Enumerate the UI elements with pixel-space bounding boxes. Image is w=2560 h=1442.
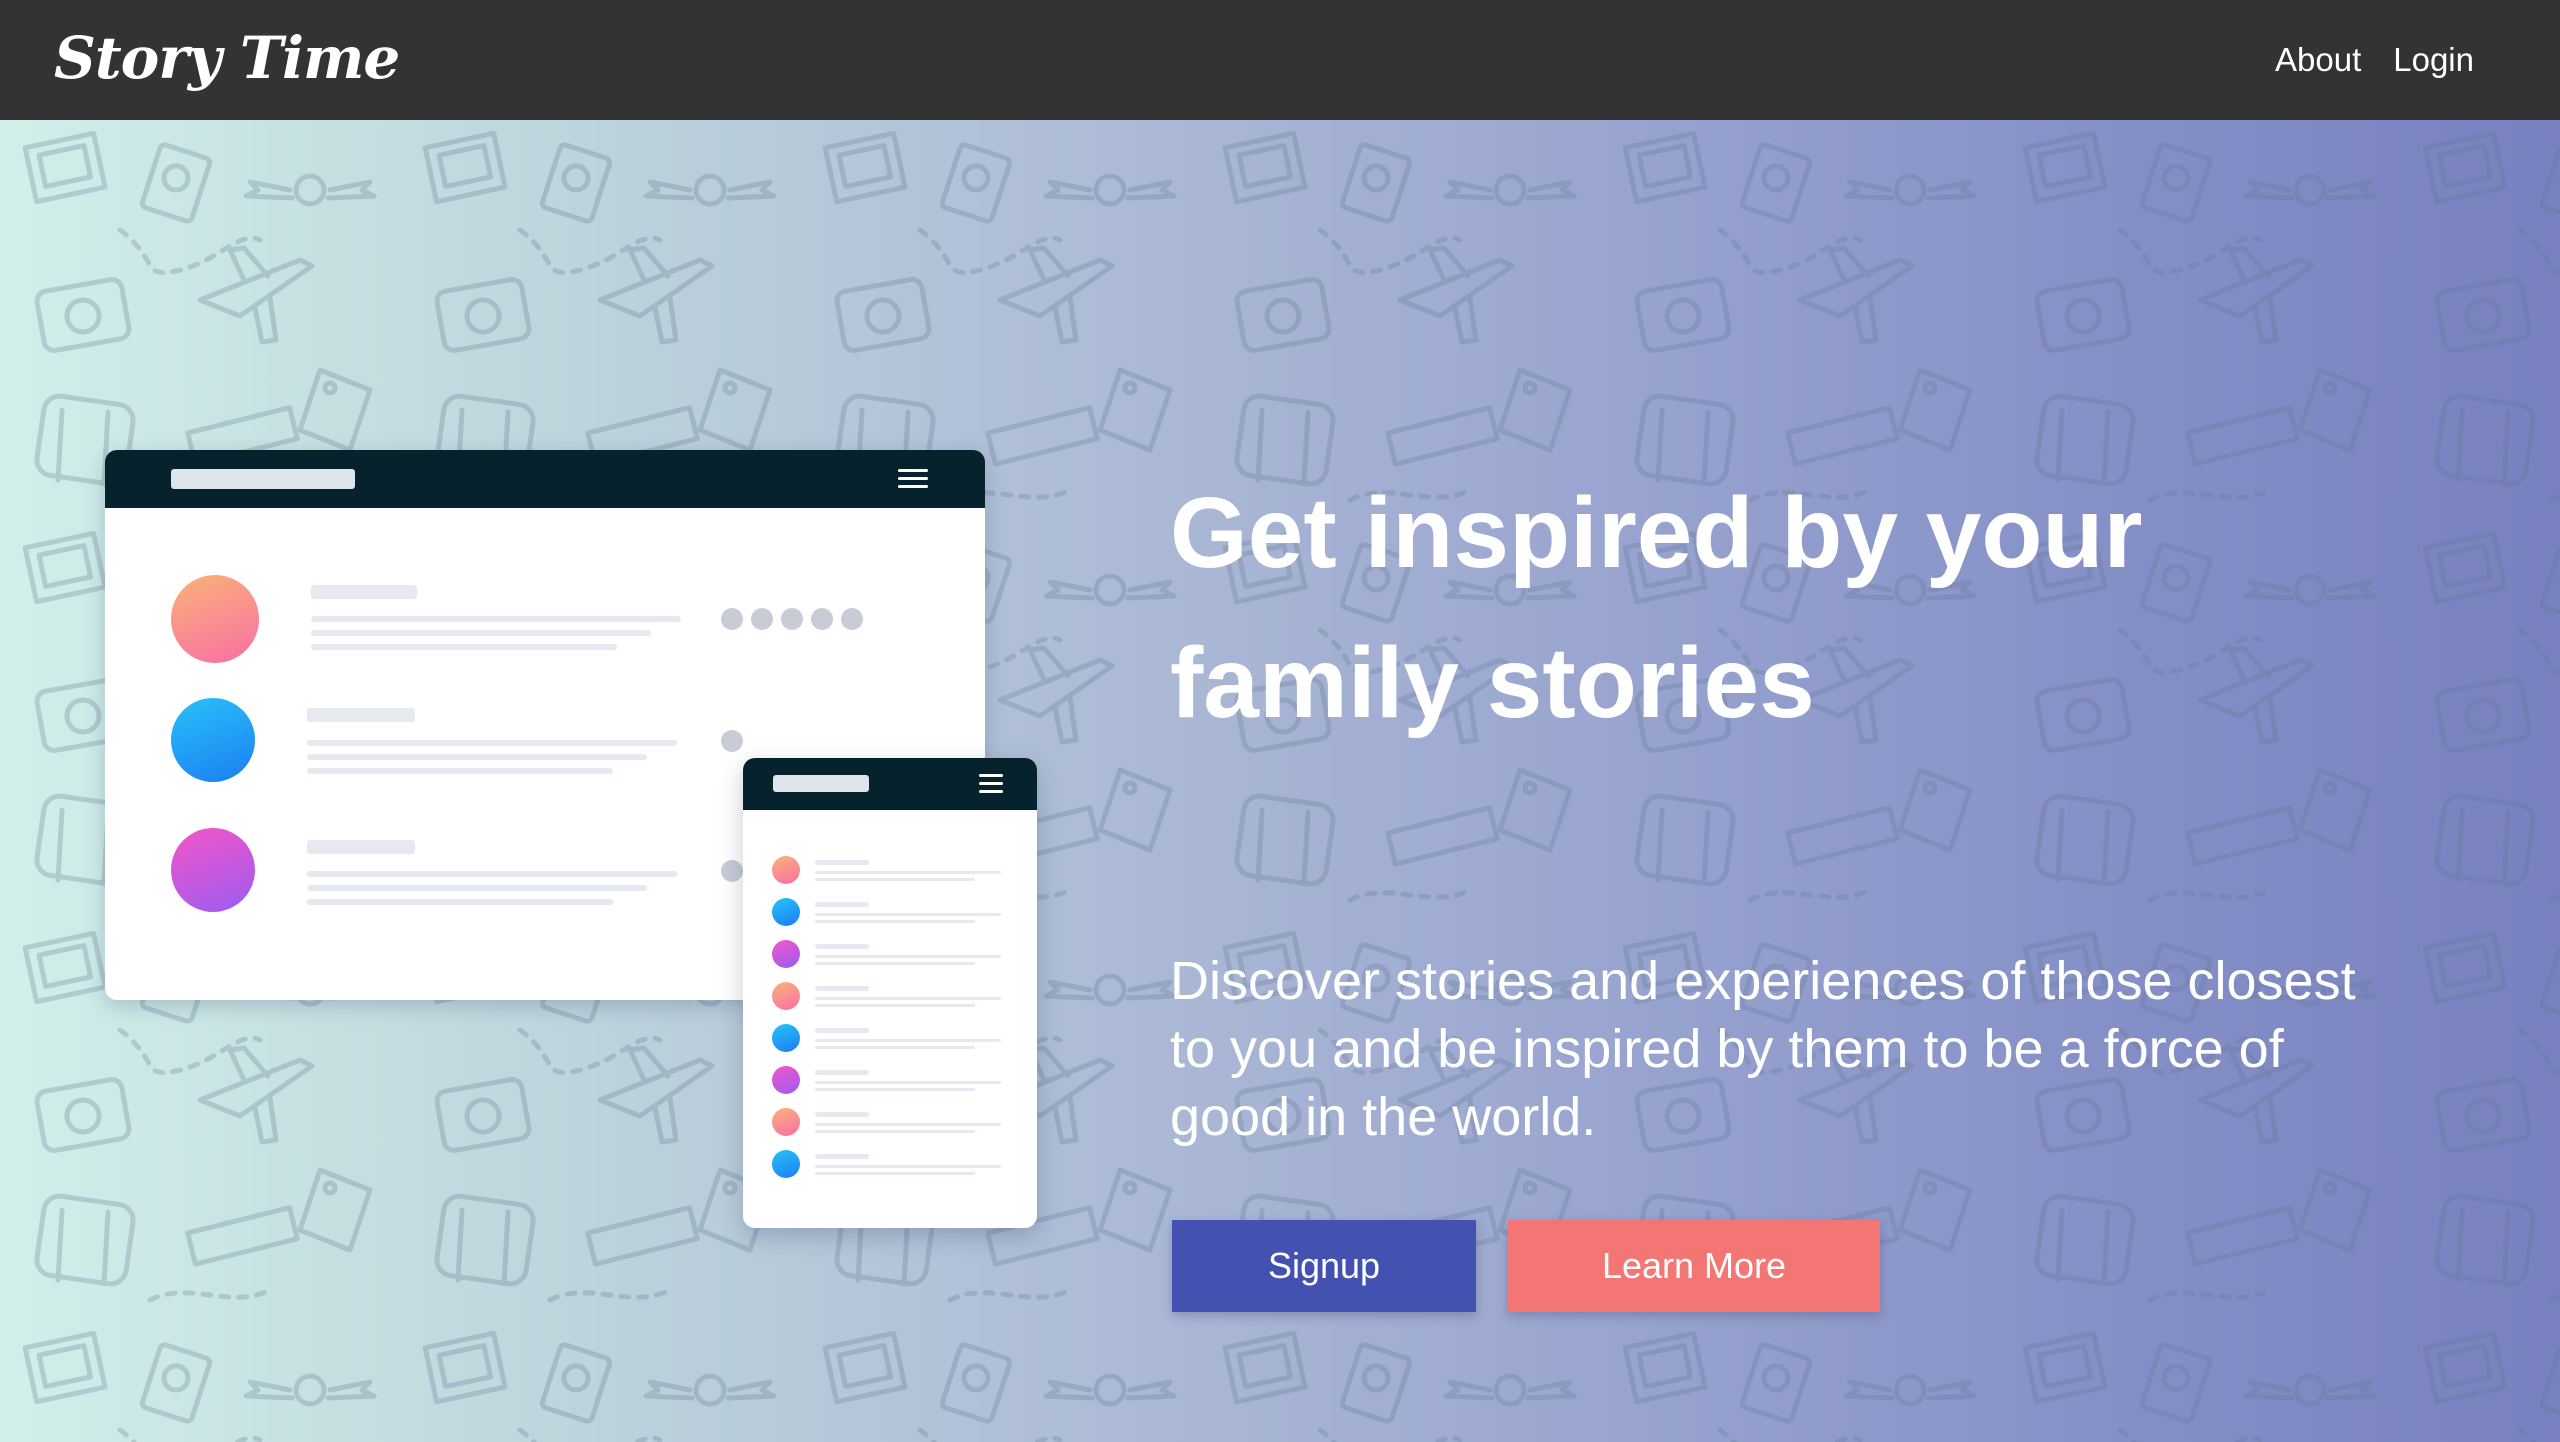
avatar xyxy=(171,698,255,782)
mockup-address-bar xyxy=(171,469,355,489)
nav-link-login[interactable]: Login xyxy=(2393,41,2474,79)
learn-more-button[interactable]: Learn More xyxy=(1508,1220,1880,1312)
navbar: Story Time About Login xyxy=(0,0,2560,120)
avatar xyxy=(171,828,255,912)
mockup-header xyxy=(743,758,1037,810)
nav-links: About Login xyxy=(2275,0,2474,120)
hamburger-icon xyxy=(979,774,1003,794)
nav-link-about[interactable]: About xyxy=(2275,41,2361,79)
hamburger-icon xyxy=(898,469,928,489)
hero-section: Get inspired by your family stories Disc… xyxy=(0,120,2560,1442)
phone-mockup-illustration xyxy=(743,758,1037,1228)
brand-logo[interactable]: Story Time xyxy=(54,8,400,108)
hero-subtitle: Discover stories and experiences of thos… xyxy=(1170,951,2356,1147)
signup-button[interactable]: Signup xyxy=(1172,1220,1476,1312)
mockup-header xyxy=(105,450,985,508)
avatar xyxy=(171,575,259,663)
hero-title: Get inspired by your family stories xyxy=(1170,477,2143,739)
